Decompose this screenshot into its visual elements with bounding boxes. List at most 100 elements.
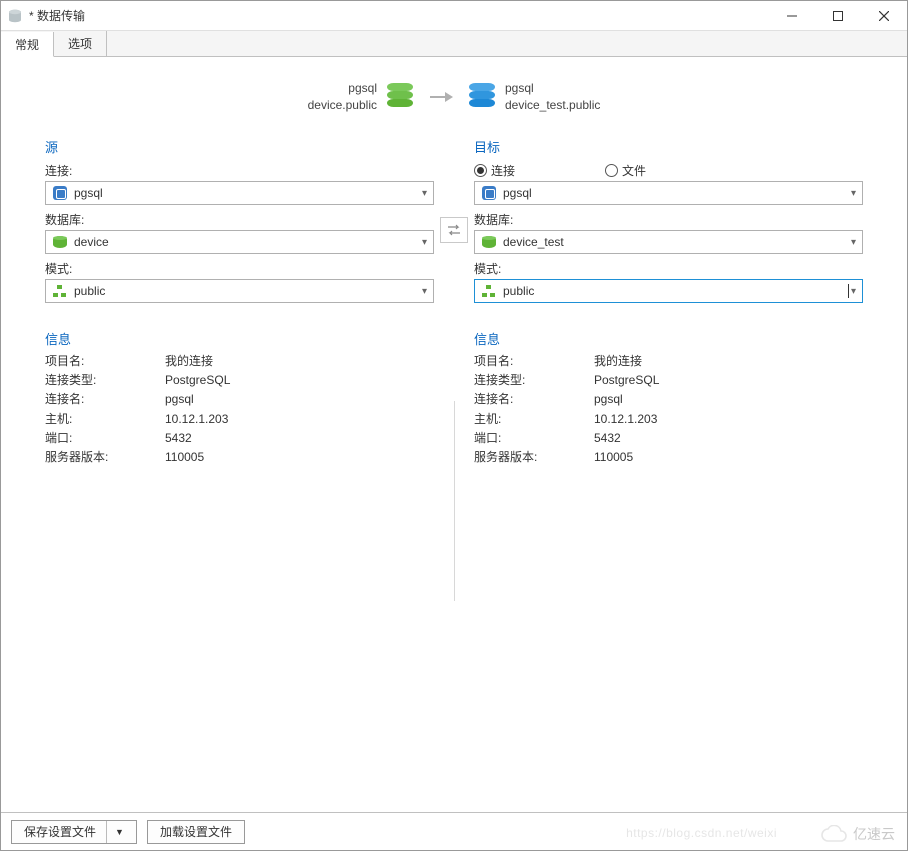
source-database-select[interactable]: device ▾ <box>45 230 434 254</box>
info-key: 连接名: <box>474 390 594 409</box>
radio-file[interactable]: 文件 <box>605 162 646 179</box>
info-row: 主机:10.12.1.203 <box>474 410 863 429</box>
database-icon <box>52 234 68 250</box>
source-schema-select[interactable]: public ▾ <box>45 279 434 303</box>
radio-file-label: 文件 <box>622 162 646 179</box>
info-key: 端口: <box>45 429 165 448</box>
target-info-heading: 信息 <box>474 329 863 348</box>
tab-general[interactable]: 常规 <box>1 32 54 57</box>
summary-target-text: pgsql device_test.public <box>505 80 600 114</box>
info-row: 项目名:我的连接 <box>45 352 434 371</box>
info-key: 主机: <box>474 410 594 429</box>
postgres-icon <box>52 185 68 201</box>
chevron-down-icon: ▾ <box>420 237 429 248</box>
info-key: 项目名: <box>45 352 165 371</box>
info-row: 端口:5432 <box>45 429 434 448</box>
info-key: 主机: <box>45 410 165 429</box>
summary-target: pgsql device_test.public <box>469 80 600 114</box>
info-value: 10.12.1.203 <box>594 410 657 429</box>
info-key: 项目名: <box>474 352 594 371</box>
summary-source-conn: pgsql <box>308 80 377 97</box>
source-info-heading: 信息 <box>45 329 434 348</box>
info-value: PostgreSQL <box>165 371 230 390</box>
tab-options-label: 选项 <box>68 35 92 52</box>
summary-target-db: device_test.public <box>505 97 600 114</box>
summary-target-conn: pgsql <box>505 80 600 97</box>
tabbar: 常规 选项 <box>1 31 907 57</box>
info-value: 我的连接 <box>594 352 642 371</box>
radio-connection-label: 连接 <box>491 162 515 179</box>
info-row: 连接类型:PostgreSQL <box>474 371 863 390</box>
info-row: 项目名:我的连接 <box>474 352 863 371</box>
source-schema-value: public <box>74 284 420 298</box>
target-database-select[interactable]: device_test ▾ <box>474 230 863 254</box>
summary-source-text: pgsql device.public <box>308 80 377 114</box>
chevron-down-icon: ▼ <box>106 821 124 843</box>
info-row: 服务器版本:110005 <box>474 448 863 467</box>
target-schema-label: 模式: <box>474 260 863 277</box>
tab-options[interactable]: 选项 <box>54 31 107 56</box>
chevron-down-icon: ▾ <box>420 286 429 297</box>
info-row: 连接类型:PostgreSQL <box>45 371 434 390</box>
info-key: 连接名: <box>45 390 165 409</box>
source-info-block: 信息 项目名:我的连接 连接类型:PostgreSQL 连接名:pgsql 主机… <box>45 329 434 467</box>
tab-general-label: 常规 <box>15 36 39 53</box>
info-row: 端口:5432 <box>474 429 863 448</box>
schema-icon <box>52 283 68 299</box>
target-schema-value: public <box>503 284 849 298</box>
source-db-value: device <box>74 235 420 249</box>
info-value: 110005 <box>165 448 204 467</box>
summary-source-db: device.public <box>308 97 377 114</box>
source-schema-label: 模式: <box>45 260 434 277</box>
watermark: 亿速云 <box>821 824 895 844</box>
info-key: 服务器版本: <box>45 448 165 467</box>
target-db-label: 数据库: <box>474 211 863 228</box>
target-mode-radio-group: 连接 文件 <box>474 162 863 179</box>
window-title: * 数据传输 <box>29 7 769 24</box>
radio-checked-icon <box>474 164 487 177</box>
target-schema-select[interactable]: public ▾ <box>474 279 863 303</box>
info-key: 端口: <box>474 429 594 448</box>
info-row: 连接名:pgsql <box>474 390 863 409</box>
info-value: 我的连接 <box>165 352 213 371</box>
database-target-icon <box>469 83 495 111</box>
chevron-down-icon: ▾ <box>849 188 858 199</box>
info-value: pgsql <box>594 390 623 409</box>
postgres-icon <box>481 185 497 201</box>
schema-icon <box>481 283 497 299</box>
info-value: 5432 <box>165 429 192 448</box>
target-conn-value: pgsql <box>503 186 849 200</box>
source-column: 源 连接: pgsql ▾ 数据库: device ▾ 模式: public ▾… <box>45 137 434 597</box>
watermark-brand: 亿速云 <box>853 824 895 844</box>
close-button[interactable] <box>861 1 907 30</box>
window-controls <box>769 1 907 30</box>
radio-unchecked-icon <box>605 164 618 177</box>
arrow-right-icon <box>427 83 455 111</box>
load-profile-button[interactable]: 加载设置文件 <box>147 820 245 844</box>
maximize-button[interactable] <box>815 1 861 30</box>
info-value: 10.12.1.203 <box>165 410 228 429</box>
target-db-value: device_test <box>503 235 849 249</box>
info-row: 服务器版本:110005 <box>45 448 434 467</box>
source-connection-select[interactable]: pgsql ▾ <box>45 181 434 205</box>
source-db-label: 数据库: <box>45 211 434 228</box>
target-connection-select[interactable]: pgsql ▾ <box>474 181 863 205</box>
database-icon <box>481 234 497 250</box>
target-heading: 目标 <box>474 137 863 156</box>
source-conn-value: pgsql <box>74 186 420 200</box>
chevron-down-icon: ▾ <box>849 237 858 248</box>
info-key: 连接类型: <box>45 371 165 390</box>
target-info-block: 信息 项目名:我的连接 连接类型:PostgreSQL 连接名:pgsql 主机… <box>474 329 863 467</box>
save-profile-button[interactable]: 保存设置文件 ▼ <box>11 820 137 844</box>
swap-button[interactable] <box>440 217 468 243</box>
cloud-icon <box>821 825 847 843</box>
titlebar: * 数据传输 <box>1 1 907 31</box>
radio-connection[interactable]: 连接 <box>474 162 515 179</box>
app-icon <box>7 8 23 24</box>
watermark-url: https://blog.csdn.net/weixi <box>626 826 777 840</box>
minimize-button[interactable] <box>769 1 815 30</box>
info-row: 连接名:pgsql <box>45 390 434 409</box>
summary-source: pgsql device.public <box>308 80 413 114</box>
chevron-down-icon: ▾ <box>420 188 429 199</box>
info-key: 服务器版本: <box>474 448 594 467</box>
